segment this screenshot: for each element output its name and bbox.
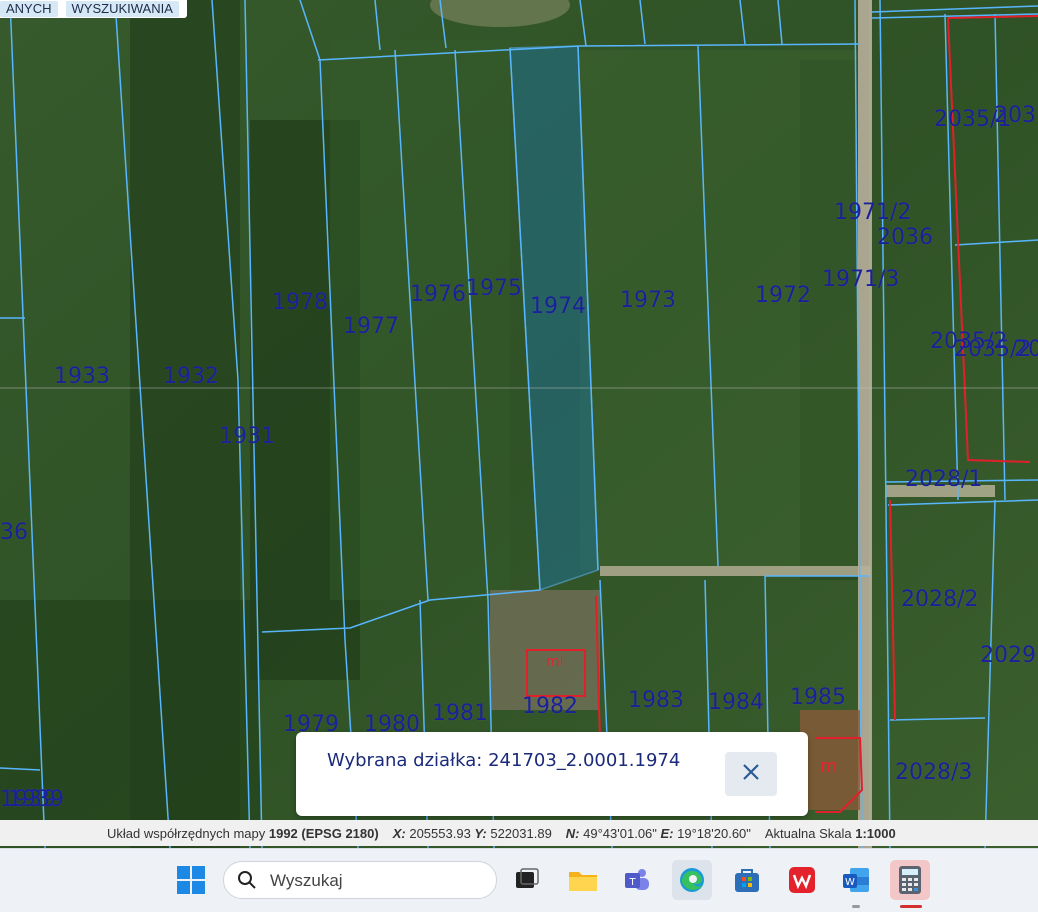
calculator-icon[interactable] [890,860,930,900]
parcel-label: 2028/1 [905,467,983,492]
parcel-label: 1931 [219,424,275,449]
parcel-label: 1972 [755,283,811,308]
svg-text:T: T [628,877,636,888]
parcel-label: 1978 [272,290,328,315]
aerial-map[interactable] [0,0,1038,848]
e-label: E: [660,825,674,841]
search-placeholder: Wyszukaj [270,871,343,890]
building-label: mi [546,654,564,670]
parcel-label: 36 [0,520,28,545]
parcel-label: 1983 [628,688,684,713]
word-icon[interactable]: W [836,860,876,900]
parcel-label: 2028/3 [895,760,973,785]
selected-parcel-popup: Wybrana działka: 241703_2.0001.1974 [296,732,808,816]
toolbar-button-search[interactable]: WYSZUKIWANIA [65,1,179,17]
parcel-label: 1985 [790,685,846,710]
wps-office-icon[interactable] [782,860,822,900]
taskbar-search-box[interactable]: Wyszukaj [223,861,497,899]
close-icon [741,762,761,786]
parcel-label: 1982 [522,694,578,719]
scale-value: 1:1000 [855,825,896,841]
parcel-label: 2029 [980,643,1036,668]
crs-value: 1992 (EPSG 2180) [268,825,379,841]
y-label: Y: [474,825,487,841]
parcel-label: 1981 [432,701,488,726]
calculator-active-indicator [900,905,922,908]
status-bar: Układ współrzędnych mapy 1992 (EPSG 2180… [0,820,1038,846]
parcel-label: 1933 [54,364,110,389]
task-view-icon[interactable] [507,860,547,900]
parcel-label: 203 [994,103,1036,128]
file-explorer-icon[interactable] [563,860,603,900]
x-label: X: [392,825,406,841]
parcel-label: 2028/2 [901,587,979,612]
edge-icon[interactable] [672,860,712,900]
e-value: 19°18'20.60" [677,825,751,841]
parcel-label: 1971/2 [834,200,912,225]
parcel-label: 1932 [163,364,219,389]
building-label: m [820,756,838,777]
parcel-label: 1984 [708,690,764,715]
parcel-label: 1976 [410,282,466,307]
parcel-label: 2036 [877,225,933,250]
windows-taskbar: Wyszukaj T W [0,848,1038,912]
popup-close-button[interactable] [725,752,777,796]
map-toolbar: ANYCH WYSZUKIWANIA [0,0,187,18]
toolbar-button-data[interactable]: ANYCH [0,1,58,17]
word-running-indicator [852,905,860,908]
microsoft-store-icon[interactable] [727,860,767,900]
x-value: 205553.93 [409,825,471,841]
parcel-label: 20 [1014,337,1038,362]
parcel-label: 1977 [343,314,399,339]
search-icon [237,870,257,894]
parcel-label-selected: 1974 [530,294,586,319]
scale-label: Aktualna Skala [764,825,852,841]
svg-text:W: W [845,877,855,888]
parcel-label: 1973 [620,288,676,313]
parcel-label: 1939 [8,787,64,812]
teams-icon[interactable]: T [617,860,657,900]
parcel-label: 1975 [466,276,522,301]
crs-prefix: Układ współrzędnych mapy [107,825,266,841]
n-label: N: [565,825,580,841]
map-view[interactable]: 1933 1932 1931 1978 1977 1976 1975 1974 … [0,0,1038,848]
parcel-label: 1971/3 [822,267,900,292]
windows-start-icon[interactable] [171,860,211,900]
selected-parcel-label: Wybrana działka: 241703_2.0001.1974 [327,750,681,771]
n-value: 49°43'01.06" [583,825,657,841]
y-value: 522031.89 [490,825,552,841]
